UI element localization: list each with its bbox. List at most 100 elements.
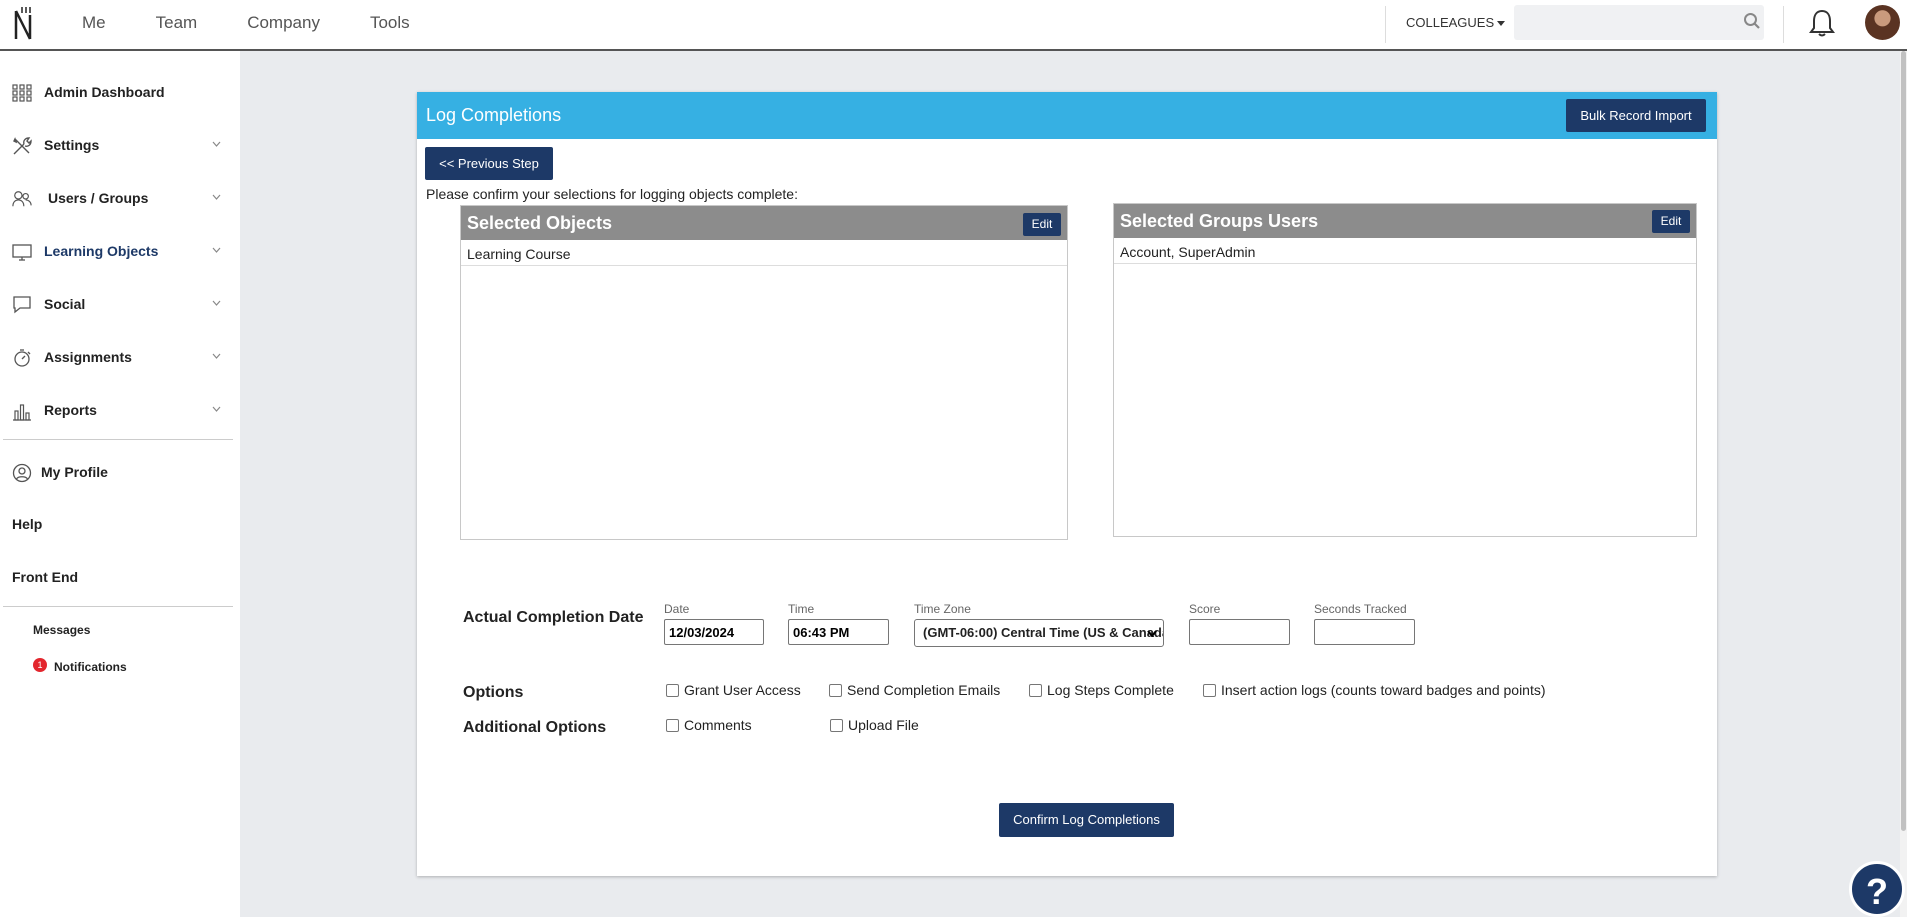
confirm-log-completions-button[interactable]: Confirm Log Completions (999, 803, 1174, 837)
checkbox-box[interactable] (829, 683, 842, 697)
checkbox-label: Send Completion Emails (847, 682, 1001, 698)
bell-icon[interactable] (1808, 8, 1836, 38)
time-field[interactable] (788, 619, 889, 645)
sidebar-item-assignments[interactable]: Assignments (0, 336, 233, 376)
sidebar-item-admin-dashboard[interactable]: Admin Dashboard (0, 71, 233, 111)
sidebar-item-label: Learning Objects (44, 243, 159, 259)
grant-user-access-checkbox[interactable]: Grant User Access (666, 682, 801, 698)
list-item: Account, SuperAdmin (1114, 238, 1696, 264)
sidebar-item-label: Settings (44, 137, 100, 153)
user-name: Account, SuperAdmin (1120, 244, 1256, 260)
logo-icon[interactable] (12, 5, 38, 43)
insert-action-logs-checkbox[interactable]: Insert action logs (counts toward badges… (1203, 682, 1546, 698)
bulk-record-import-button[interactable]: Bulk Record Import (1566, 99, 1706, 132)
sidebar: Admin Dashboard Settings Users / Groups … (0, 51, 240, 917)
chevron-down-icon (212, 300, 221, 306)
checkbox-box[interactable] (830, 718, 843, 732)
selected-users-header: Selected Groups Users Edit (1114, 204, 1696, 238)
sidebar-divider (3, 606, 233, 607)
sidebar-item-learning-objects[interactable]: Learning Objects (0, 230, 233, 270)
divider (1385, 6, 1386, 43)
selected-objects-header: Selected Objects Edit (461, 206, 1067, 240)
sidebar-item-label: Admin Dashboard (44, 84, 165, 100)
caret-down-icon (1497, 21, 1506, 27)
chevron-down-icon (212, 353, 221, 359)
log-steps-complete-checkbox[interactable]: Log Steps Complete (1029, 682, 1174, 698)
seconds-tracked-label: Seconds Tracked (1314, 602, 1407, 616)
stopwatch-icon (14, 349, 31, 367)
list-item: Learning Course (461, 240, 1067, 266)
completion-date-label: Actual Completion Date (463, 609, 644, 626)
nav-tools[interactable]: Tools (370, 13, 410, 33)
score-field[interactable] (1189, 619, 1290, 645)
checkbox-box[interactable] (666, 718, 679, 732)
date-field[interactable] (664, 619, 764, 645)
sidebar-item-notifications[interactable]: Notifications (54, 660, 127, 674)
chevron-down-icon (212, 247, 221, 253)
sidebar-item-my-profile[interactable]: My Profile (0, 451, 233, 491)
sidebar-item-users-groups[interactable]: Users / Groups (0, 177, 233, 217)
sidebar-item-label: Social (44, 296, 86, 312)
edit-users-button[interactable]: Edit (1652, 210, 1690, 233)
chevron-down-icon (1147, 630, 1157, 637)
selected-objects-title: Selected Objects (467, 213, 613, 233)
date-label: Date (664, 602, 690, 616)
object-name: Learning Course (467, 246, 571, 262)
checkbox-label: Upload File (848, 717, 919, 733)
chat-icon (13, 296, 31, 314)
checkbox-box[interactable] (666, 683, 679, 697)
selected-users-title: Selected Groups Users (1120, 211, 1319, 231)
sidebar-item-help[interactable]: Help (12, 516, 42, 532)
sidebar-item-label: Assignments (44, 349, 132, 365)
confirm-instructions: Please confirm your selections for loggi… (426, 186, 798, 202)
checkbox-box[interactable] (1029, 683, 1042, 697)
tools-icon (13, 137, 32, 155)
avatar[interactable] (1865, 5, 1900, 40)
selected-objects-box: Selected Objects Edit Learning Course (460, 205, 1068, 540)
nav-me[interactable]: Me (82, 13, 106, 33)
upload-file-checkbox[interactable]: Upload File (830, 717, 919, 733)
notification-badge: 1 (33, 658, 47, 672)
bar-chart-icon (13, 404, 31, 421)
score-label: Score (1189, 602, 1221, 616)
send-completion-emails-checkbox[interactable]: Send Completion Emails (829, 682, 1000, 698)
nav-team[interactable]: Team (156, 13, 198, 33)
sidebar-item-settings[interactable]: Settings (0, 124, 233, 164)
search-icon[interactable] (1743, 12, 1761, 30)
comments-checkbox[interactable]: Comments (666, 717, 752, 733)
timezone-label: Time Zone (914, 602, 971, 616)
selected-users-box: Selected Groups Users Edit Account, Supe… (1113, 203, 1697, 537)
colleagues-label: COLLEAGUES (1406, 15, 1495, 30)
timezone-value: (GMT-06:00) Central Time (US & Canada) (923, 625, 1164, 640)
scrollbar-thumb[interactable] (1901, 51, 1906, 831)
sidebar-item-messages[interactable]: Messages (33, 623, 90, 637)
seconds-tracked-field[interactable] (1314, 619, 1415, 645)
nav-company[interactable]: Company (247, 13, 320, 33)
colleagues-dropdown[interactable]: COLLEAGUES (1406, 15, 1506, 30)
panel-title: Log Completions (426, 105, 562, 125)
scrollbar[interactable] (1900, 51, 1907, 917)
checkbox-label: Log Steps Complete (1047, 682, 1174, 698)
sidebar-item-label: Reports (44, 402, 97, 418)
sidebar-item-label: My Profile (41, 464, 108, 480)
panel-header: Log Completions Bulk Record Import (417, 92, 1717, 139)
edit-objects-button[interactable]: Edit (1023, 213, 1061, 236)
checkbox-label: Comments (684, 717, 752, 733)
timezone-select[interactable]: (GMT-06:00) Central Time (US & Canada) (914, 619, 1164, 647)
checkbox-label: Insert action logs (counts toward badges… (1221, 682, 1546, 698)
top-nav: Me Team Company Tools (82, 13, 410, 33)
sidebar-item-social[interactable]: Social (0, 283, 233, 323)
previous-step-button[interactable]: << Previous Step (425, 147, 553, 180)
checkbox-box[interactable] (1203, 683, 1216, 697)
profile-icon (12, 463, 32, 483)
sidebar-item-front-end[interactable]: Front End (12, 569, 78, 585)
search-input[interactable] (1514, 5, 1764, 40)
sidebar-divider (3, 439, 233, 440)
chevron-down-icon (212, 406, 221, 412)
sidebar-item-reports[interactable]: Reports (0, 389, 233, 429)
grid-icon (12, 84, 32, 102)
monitor-icon (12, 244, 32, 261)
log-completions-panel: Log Completions Bulk Record Import << Pr… (417, 92, 1717, 876)
help-button[interactable]: ? (1849, 861, 1905, 917)
time-label: Time (788, 602, 815, 616)
